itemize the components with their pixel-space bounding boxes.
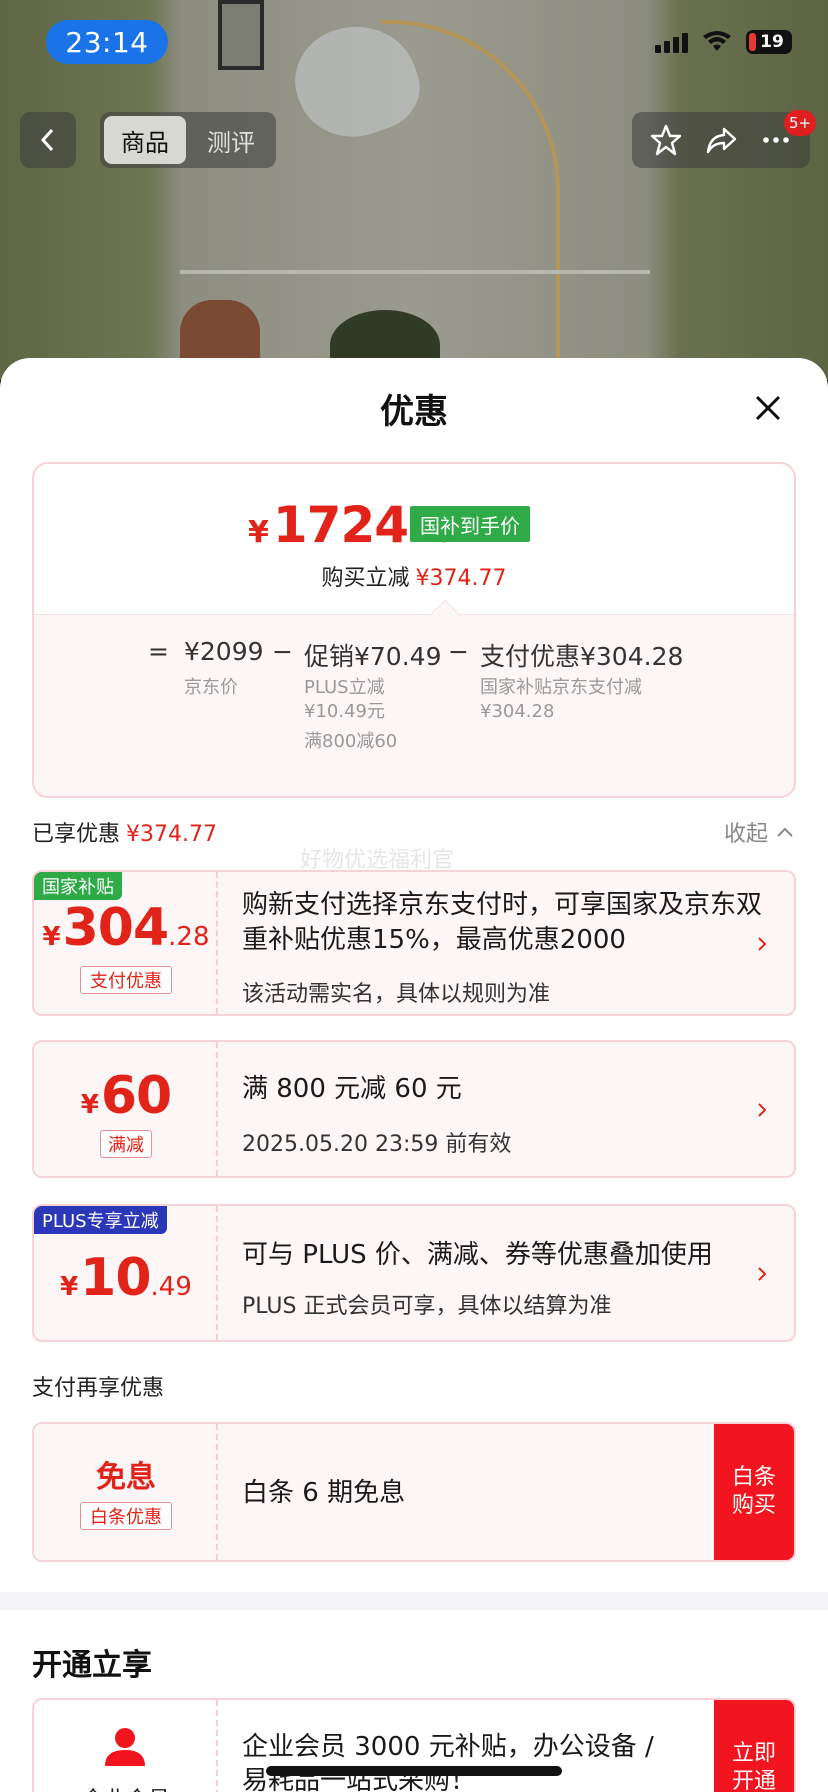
wall-frame — [218, 0, 264, 70]
subsidy-price-tag: 国补到手价 — [410, 506, 530, 542]
baitiao-buy-line2: 购买 — [731, 1493, 776, 1518]
formula-minus-2: − — [448, 637, 469, 666]
chevron-right-icon — [758, 1267, 767, 1281]
cellular-signal-icon — [655, 31, 688, 53]
coupon-amount-integer: 304 — [62, 898, 170, 958]
enjoyed-value: ¥374.77 — [126, 822, 217, 847]
formula-promo-full-reduce: 满800减60 — [304, 731, 398, 752]
price-summary-card: ¥ 1724 .23 国补到手价 购买立减¥374.77 = ¥2099 京东价… — [32, 462, 796, 798]
status-time: 23:14 — [46, 20, 168, 64]
chevron-up-icon — [777, 827, 793, 837]
interest-free-title: 免息 — [96, 1460, 156, 1495]
formula-promo-plus: PLUS立减 — [304, 677, 385, 698]
pay-again-header: 支付再享优惠 — [32, 1376, 165, 1401]
chevron-left-icon — [40, 128, 54, 152]
coupon-plus-exclusive[interactable]: PLUS专享立减 ¥ 10 .49 可与 PLUS 价、满减、券等优惠叠加使用 … — [32, 1204, 796, 1342]
formula-payment: 支付优惠¥304.28 — [480, 642, 684, 671]
formula-base-price: ¥2099 — [184, 637, 264, 666]
open-now-line1: 立即 — [731, 1741, 776, 1766]
enterprise-desc-line1: 企业会员 3000 元补贴，办公设备 / — [242, 1732, 654, 1762]
enjoyed-discount-header: 已享优惠 ¥374.77 — [32, 816, 217, 848]
price-formula: = ¥2099 京东价 − 促销¥70.49 PLUS立减 ¥10.49元 满8… — [34, 614, 794, 796]
coupon-amount-integer: 60 — [100, 1066, 172, 1126]
price-integer: 1724 — [272, 496, 409, 554]
coupon-note: 该活动需实名，具体以规则为准 — [242, 982, 551, 1007]
coupon-currency: ¥ — [60, 1272, 79, 1302]
back-button[interactable] — [20, 112, 76, 168]
coupon-description: 购新支付选择京东支付时，可享国家及京东双重补贴优惠15%，最高优惠2000 — [242, 890, 763, 955]
reduction-value: ¥374.77 — [415, 566, 507, 591]
coupon-expiry: 2025.05.20 23:59 前有效 — [242, 1132, 512, 1157]
message-badge: 5+ — [784, 110, 817, 136]
coupon-type-tag: 满减 — [100, 1130, 152, 1158]
star-icon[interactable] — [649, 123, 683, 157]
battery-level: 19 — [760, 32, 784, 52]
person-icon — [105, 1728, 145, 1766]
baitiao-buy-button[interactable]: 白条 购买 — [714, 1424, 794, 1560]
collapse-button[interactable]: 收起 — [724, 816, 794, 848]
coupon-corner-tag: 国家补贴 — [34, 872, 122, 900]
tab-review[interactable]: 测评 — [190, 116, 272, 164]
coupon-national-subsidy[interactable]: 国家补贴 ¥ 304 .28 支付优惠 购新支付选择京东支付时，可享国家及京东双… — [32, 870, 796, 1016]
chevron-right-icon — [758, 937, 767, 951]
coupon-description: 可与 PLUS 价、满减、券等优惠叠加使用 — [242, 1240, 713, 1270]
collapse-label: 收起 — [723, 822, 768, 847]
sheet-title: 优惠 — [380, 392, 448, 432]
enterprise-member-description: 企业会员 3000 元补贴，办公设备 / 易耗品一站式采购！ — [242, 1730, 762, 1792]
battery-icon: 19 — [746, 30, 792, 54]
section-divider — [0, 1592, 828, 1610]
open-now-button[interactable]: 立即 开通 — [714, 1700, 794, 1792]
instant-reduction: 购买立减 ¥374.77 — [34, 560, 794, 592]
interest-free-description: 白条 6 期免息 — [242, 1478, 406, 1508]
coupon-description: 满 800 元减 60 元 — [242, 1074, 462, 1104]
price-currency: ¥ — [248, 515, 269, 550]
coupon-type-tag: 支付优惠 — [80, 966, 172, 994]
coupon-amount: ¥ 10 .49 — [34, 1248, 218, 1308]
open-now-line2: 开通 — [731, 1769, 776, 1792]
reduction-label: 购买立减 — [321, 566, 410, 591]
close-icon[interactable] — [748, 388, 788, 428]
baitiao-interest-free-card: 免息 白条优惠 白条 6 期免息 白条 购买 — [32, 1422, 796, 1562]
share-icon[interactable] — [704, 123, 738, 157]
enterprise-member-card: 企业会员 企业会员 3000 元补贴，办公设备 / 易耗品一站式采购！ 立即 开… — [32, 1698, 796, 1792]
page-tabs: 商品 测评 — [100, 112, 276, 168]
home-indicator[interactable] — [266, 1766, 562, 1776]
baitiao-buy-line1: 白条 — [731, 1465, 776, 1490]
coupon-corner-tag: PLUS专享立减 — [34, 1206, 167, 1234]
coupon-amount-integer: 10 — [80, 1248, 151, 1308]
baitiao-tag: 白条优惠 — [80, 1502, 172, 1530]
tab-product[interactable]: 商品 — [104, 116, 186, 164]
wall-trim — [180, 270, 650, 274]
formula-promo: 促销¥70.49 — [304, 642, 442, 671]
coupon-amount-decimal: .28 — [168, 922, 210, 952]
formula-payment-label: 国家补贴京东支付减 — [480, 677, 642, 698]
enterprise-member-label: 企业会员 — [34, 1782, 218, 1792]
coupon-currency: ¥ — [42, 922, 61, 952]
formula-minus-1: − — [272, 637, 293, 666]
enjoyed-label: 已享优惠 — [32, 822, 121, 847]
coupon-full-reduction[interactable]: ¥ 60 满减 满 800 元减 60 元 2025.05.20 23:59 前… — [32, 1040, 796, 1178]
formula-equals: = — [148, 637, 169, 666]
coupon-amount: ¥ 304 .28 — [34, 898, 218, 958]
chevron-right-icon — [758, 1103, 767, 1117]
coupon-currency: ¥ — [80, 1090, 99, 1120]
coupon-note: PLUS 正式会员可享，具体以结算为准 — [242, 1294, 612, 1319]
formula-base-label: 京东价 — [184, 677, 238, 698]
formula-promo-plus-value: ¥10.49元 — [304, 701, 385, 722]
coupon-amount-decimal: .49 — [150, 1272, 192, 1302]
formula-payment-value: ¥304.28 — [480, 701, 555, 722]
coupon-amount: ¥ 60 — [34, 1066, 218, 1126]
status-icons: 19 — [655, 30, 792, 54]
discount-sheet: 优惠 ¥ 1724 .23 国补到手价 购买立减¥374.77 = ¥2099 … — [0, 358, 828, 1792]
wifi-icon — [703, 31, 731, 51]
open-section-title: 开通立享 — [32, 1648, 152, 1683]
